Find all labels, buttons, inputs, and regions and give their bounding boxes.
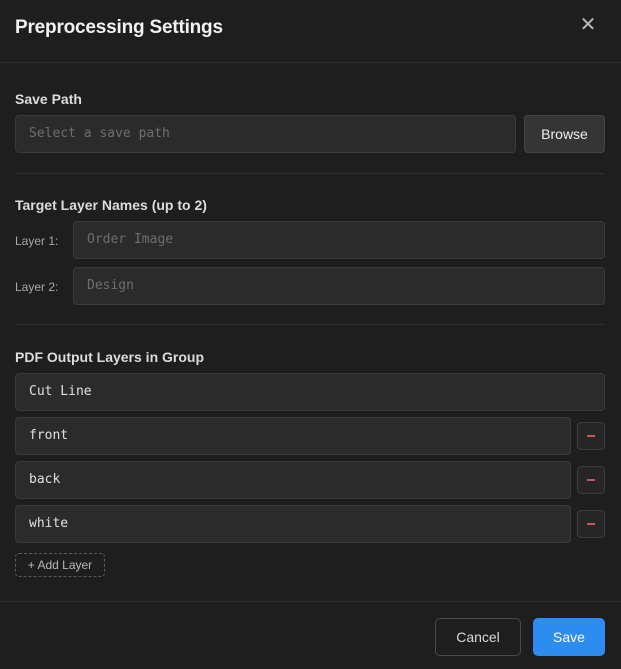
divider [15,324,604,325]
output-layer-input[interactable]: front [15,417,571,455]
save-path-label: Save Path [15,91,82,107]
add-layer-button[interactable]: + Add Layer [15,553,105,577]
remove-layer-button[interactable] [577,422,605,450]
preprocessing-settings-dialog: Preprocessing Settings ✕ Save Path Selec… [0,0,621,669]
output-layer-input[interactable]: white [15,505,571,543]
save-path-input[interactable]: Select a save path [15,115,516,153]
target-layers-label: Target Layer Names (up to 2) [15,197,207,213]
minus-icon [587,523,595,525]
minus-icon [587,479,595,481]
save-button[interactable]: Save [533,618,605,656]
layer-1-label: Layer 1: [15,234,59,248]
layer-2-label: Layer 2: [15,280,59,294]
output-layer-input[interactable]: back [15,461,571,499]
remove-layer-button[interactable] [577,510,605,538]
output-layers-label: PDF Output Layers in Group [15,349,205,365]
dialog-title: Preprocessing Settings [15,17,223,38]
dialog-footer [0,601,621,669]
output-layer-input[interactable]: Cut Line [15,373,605,411]
browse-button[interactable]: Browse [524,115,605,153]
remove-layer-button[interactable] [577,466,605,494]
close-icon[interactable]: ✕ [577,14,599,36]
minus-icon [587,435,595,437]
dialog-header: Preprocessing Settings ✕ [0,0,621,63]
cancel-button[interactable]: Cancel [435,618,521,656]
layer-2-input[interactable]: Design [73,267,605,305]
divider [15,173,604,174]
layer-1-input[interactable]: Order Image [73,221,605,259]
